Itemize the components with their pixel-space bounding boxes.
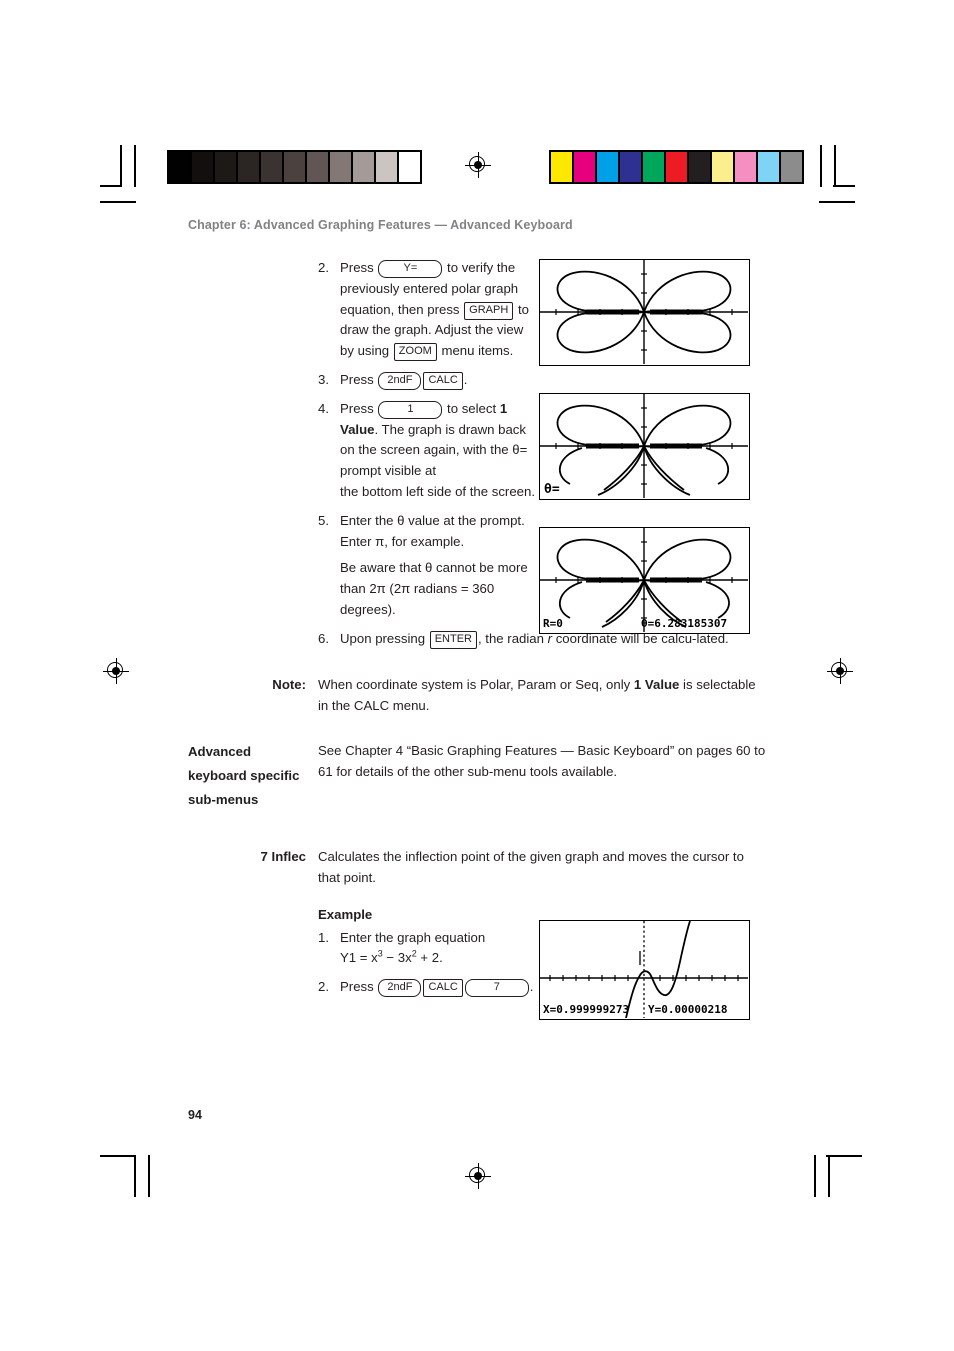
- color-swatch-0: [551, 152, 572, 182]
- step-text: Enter the θ value at the prompt. Enter π…: [340, 512, 525, 549]
- color-swatch-4: [643, 152, 664, 182]
- advanced-submenu-label: Advanced keyboard specific sub-menus: [188, 743, 300, 807]
- step-text: Press 1 to select 1 Value. The graph is …: [340, 400, 535, 499]
- list-item-step-3: 3. Press 2ndF CALC.: [318, 370, 533, 391]
- key-2ndf[interactable]: 2ndF: [378, 371, 422, 390]
- key-zoom[interactable]: ZOOM: [393, 343, 437, 362]
- step-number: 1.: [318, 929, 329, 945]
- step-number: 2.: [318, 260, 329, 275]
- inflec-description: Calculates the inflection point of the g…: [318, 848, 744, 885]
- step-text: Press 2ndF CALC 7.: [340, 977, 568, 998]
- color-swatch-8: [735, 152, 756, 182]
- key-2ndf[interactable]: 2ndF: [378, 979, 422, 998]
- inflec-label: 7 Inflec: [260, 848, 306, 864]
- note-text-before: When coordinate system is Polar, Param o…: [318, 676, 634, 692]
- registration-mark-bottom: [465, 1163, 491, 1189]
- grayscale-swatch-2: [215, 152, 236, 182]
- color-swatch-1: [574, 152, 595, 182]
- list-item-step-5: 5. Enter the θ value at the prompt. Ente…: [318, 511, 533, 553]
- step-number: 2.: [318, 979, 329, 995]
- list-item-step-4: 4. Press 1 to select 1 Value. The graph …: [318, 399, 535, 503]
- color-swatch-5: [666, 152, 687, 182]
- crop-mark-bottom-left: [100, 1155, 170, 1215]
- theta-prompt: θ=: [544, 482, 560, 497]
- calc-screen-cubic-inflection: X=0.999999273 Y=0.00000218: [539, 920, 750, 1020]
- grayscale-swatch-9: [376, 152, 397, 182]
- example-equation: Y1 = x3 − 3x2 + 2.: [340, 948, 443, 966]
- list-item-example-1: 1. Enter the graph equation Y1 = x3 − 3x…: [318, 928, 533, 970]
- period: .: [529, 979, 534, 995]
- grayscale-swatch-6: [307, 152, 328, 182]
- advanced-submenu-row: Advanced keyboard specific sub-menus See…: [188, 740, 768, 812]
- step-5-note: Be aware that θ cannot be more than 2π (…: [318, 558, 533, 620]
- note-body: When coordinate system is Polar, Param o…: [318, 674, 768, 716]
- note-label: Note:: [272, 676, 306, 692]
- color-swatch-7: [712, 152, 733, 182]
- key-1[interactable]: 1: [378, 400, 443, 419]
- color-swatch-2: [597, 152, 618, 182]
- registration-mark-top: [465, 152, 491, 178]
- crop-mark-top-left: [100, 145, 170, 205]
- key-calc[interactable]: CALC: [423, 979, 463, 998]
- step-number: 5.: [318, 512, 329, 528]
- list-item-example-2: 2. Press 2ndF CALC 7.: [318, 977, 568, 998]
- crop-mark-top-right: [800, 145, 870, 205]
- color-swatch-3: [620, 152, 641, 182]
- calc-screen-polar-rose-theta-value: R=0 θ=6.283185307: [539, 527, 750, 634]
- key-graph[interactable]: GRAPH: [464, 301, 514, 320]
- key-7[interactable]: 7: [464, 979, 529, 998]
- calc-screen-polar-rose-theta-prompt: θ=: [539, 393, 750, 500]
- calc-status-x: X=0.999999273: [543, 1003, 629, 1016]
- step-text: Press 2ndF CALC.: [340, 370, 533, 391]
- grayscale-swatch-strip: [167, 150, 422, 184]
- grayscale-swatch-0: [169, 152, 190, 182]
- color-swatch-9: [758, 152, 779, 182]
- grayscale-swatch-10: [399, 152, 420, 182]
- color-swatch-6: [689, 152, 710, 182]
- crop-mark-bottom-right: [800, 1155, 870, 1215]
- step-number: 6.: [318, 630, 329, 646]
- example-eq-intro: Enter the graph equation: [340, 929, 486, 945]
- step-5-note-text: Be aware that θ cannot be more than 2π (…: [340, 560, 528, 617]
- grayscale-swatch-4: [261, 152, 282, 182]
- grayscale-swatch-1: [192, 152, 213, 182]
- step-gutter: [318, 558, 340, 620]
- calc-status-right: θ=6.283185307: [641, 617, 727, 630]
- calc-status-y: Y=0.00000218: [648, 1003, 727, 1016]
- key-calc[interactable]: CALC: [423, 371, 463, 390]
- key-y-equals[interactable]: Y=: [378, 260, 443, 278]
- page-number: 94: [188, 1108, 202, 1122]
- step-text: Enter the graph equation Y1 = x3 − 3x2 +…: [340, 928, 533, 970]
- chapter-header: Chapter 6: Advanced Graphing Features — …: [188, 218, 573, 232]
- step-number: 4.: [318, 400, 329, 416]
- note-row: Note: When coordinate system is Polar, P…: [188, 674, 768, 716]
- grayscale-swatch-8: [353, 152, 374, 182]
- advanced-submenu-body: See Chapter 4 “Basic Graphing Features —…: [318, 742, 766, 779]
- calc-status-left: R=0: [543, 617, 563, 630]
- registration-mark-right: [827, 658, 853, 684]
- color-swatch-10: [781, 152, 802, 182]
- grayscale-swatch-7: [330, 152, 351, 182]
- calc-screen-polar-rose-plain: [539, 259, 750, 366]
- list-item-step-2: 2. Press Y= to verify the previously ent…: [318, 258, 533, 362]
- press-label: Press: [340, 979, 378, 995]
- color-swatch-strip: [549, 150, 804, 184]
- registration-mark-left: [103, 658, 129, 684]
- step-column-top: 2. Press Y= to verify the previously ent…: [318, 258, 535, 629]
- step-text: Press Y= to verify the previously entere…: [340, 258, 533, 362]
- step-number: 3.: [318, 371, 329, 387]
- key-enter[interactable]: ENTER: [429, 630, 477, 649]
- grayscale-swatch-3: [238, 152, 259, 182]
- grayscale-swatch-5: [284, 152, 305, 182]
- note-bold-term: 1 Value: [633, 676, 680, 692]
